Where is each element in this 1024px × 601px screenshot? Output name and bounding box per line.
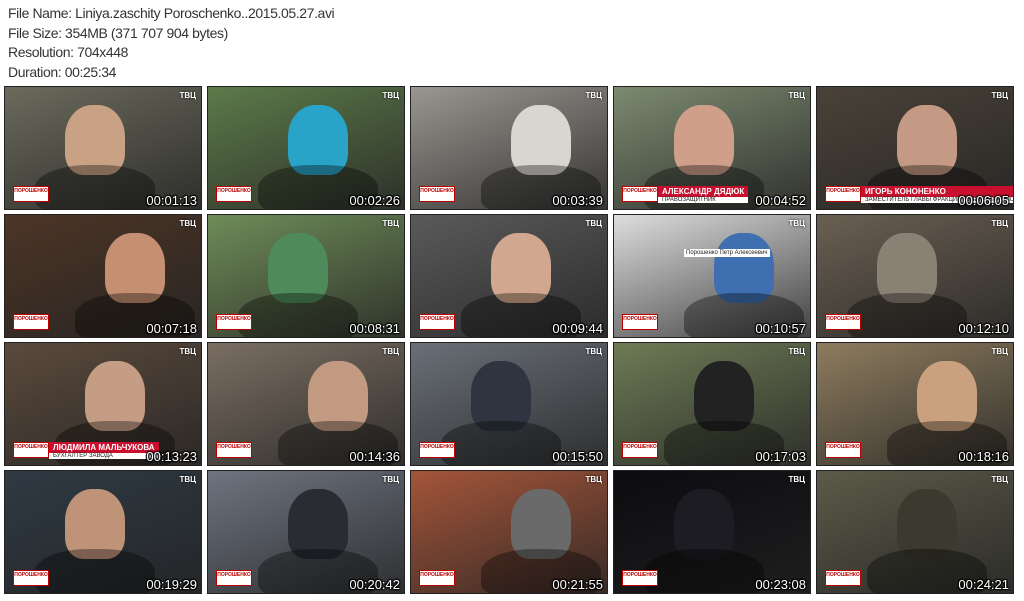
program-logo: ПОРОШЕНКО — [825, 570, 861, 586]
channel-mark: ТВЦ — [991, 219, 1008, 228]
channel-mark: ТВЦ — [788, 219, 805, 228]
channel-mark: ТВЦ — [991, 91, 1008, 100]
video-thumbnail: ТВЦ ПОРОШЕНКО 00:14:36 — [207, 342, 405, 466]
timestamp: 00:12:10 — [958, 321, 1009, 336]
program-logo: ПОРОШЕНКО — [419, 186, 455, 202]
program-logo: ПОРОШЕНКО — [622, 442, 658, 458]
timestamp: 00:06:05 — [958, 193, 1009, 208]
name-caption: АЛЕКСАНДР ДЯДЮК ПРАВОЗАЩИТНИК — [658, 186, 749, 203]
program-logo: ПОРОШЕНКО — [825, 186, 861, 202]
video-thumbnail: ТВЦ ПОРОШЕНКО 00:18:16 — [816, 342, 1014, 466]
channel-mark: ТВЦ — [382, 347, 399, 356]
file-name: File Name: Liniya.zaschity Poroschenko..… — [8, 5, 335, 21]
timestamp: 00:23:08 — [755, 577, 806, 592]
program-logo: ПОРОШЕНКО — [622, 186, 658, 202]
thumbnail-grid: ТВЦ ПОРОШЕНКО 00:01:13 ТВЦ ПОРОШЕНКО 00:02:26… — [4, 86, 1014, 594]
program-logo: ПОРОШЕНКО — [13, 570, 49, 586]
name-caption-subtitle: ПРАВОЗАЩИТНИК — [658, 197, 749, 203]
video-thumbnail: ТВЦ ПОРОШЕНКО 00:24:21 — [816, 470, 1014, 594]
scene-body — [238, 293, 358, 337]
channel-mark: ТВЦ — [991, 475, 1008, 484]
channel-mark: ТВЦ — [179, 475, 196, 484]
name-caption: ЛЮДМИЛА МАЛЬЧУКОВА БУХГАЛТЕР ЗАВОДА — [49, 442, 159, 459]
timestamp: 00:03:39 — [552, 193, 603, 208]
timestamp: 00:09:44 — [552, 321, 603, 336]
video-thumbnail: ТВЦ ПОРОШЕНКО 00:02:26 — [207, 86, 405, 210]
channel-mark: ТВЦ — [991, 347, 1008, 356]
channel-mark: ТВЦ — [179, 347, 196, 356]
program-logo: ПОРОШЕНКО — [216, 186, 252, 202]
video-thumbnail: ТВЦ ПОРОШЕНКО 00:08:31 — [207, 214, 405, 338]
video-thumbnail: ТВЦ ПОРОШЕНКО 00:21:55 — [410, 470, 608, 594]
timestamp: 00:21:55 — [552, 577, 603, 592]
program-logo: ПОРОШЕНКО — [216, 570, 252, 586]
timestamp: 00:07:18 — [146, 321, 197, 336]
channel-mark: ТВЦ — [788, 475, 805, 484]
video-thumbnail: ТВЦ ПОРОШЕНКО 00:15:50 — [410, 342, 608, 466]
timestamp: 00:10:57 — [755, 321, 806, 336]
channel-mark: ТВЦ — [788, 347, 805, 356]
timestamp: 00:08:31 — [349, 321, 400, 336]
channel-mark: ТВЦ — [585, 347, 602, 356]
program-logo: ПОРОШЕНКО — [13, 314, 49, 330]
channel-mark: ТВЦ — [382, 475, 399, 484]
video-thumbnail: ТВЦ ПОРОШЕНКО 00:03:39 — [410, 86, 608, 210]
channel-mark: ТВЦ — [585, 91, 602, 100]
channel-mark: ТВЦ — [382, 91, 399, 100]
video-thumbnail: ТВЦ ПОРОШЕНКО 00:01:13 — [4, 86, 202, 210]
timestamp: 00:17:03 — [755, 449, 806, 464]
program-logo: ПОРОШЕНКО — [216, 314, 252, 330]
video-thumbnail: ТВЦ ПОРОШЕНКО 00:17:03 — [613, 342, 811, 466]
file-size: File Size: 354MB (371 707 904 bytes) — [8, 24, 228, 41]
timestamp: 00:04:52 — [755, 193, 806, 208]
name-caption-subtitle: БУХГАЛТЕР ЗАВОДА — [49, 453, 159, 459]
program-logo: ПОРОШЕНКО — [13, 186, 49, 202]
video-thumbnail: ТВЦ ПОРОШЕНКО 00:09:44 — [410, 214, 608, 338]
channel-mark: ТВЦ — [179, 91, 196, 100]
channel-mark: ТВЦ — [585, 475, 602, 484]
program-logo: ПОРОШЕНКО — [419, 570, 455, 586]
channel-mark: ТВЦ — [382, 219, 399, 228]
channel-mark: ТВЦ — [179, 219, 196, 228]
timestamp: 00:01:13 — [146, 193, 197, 208]
scene-body — [35, 165, 155, 209]
scene-body — [644, 549, 764, 593]
video-thumbnail: ТВЦ ПОРОШЕНКО 00:23:08 — [613, 470, 811, 594]
program-logo: ПОРОШЕНКО — [825, 442, 861, 458]
channel-mark: ТВЦ — [788, 91, 805, 100]
program-logo: ПОРОШЕНКО — [419, 442, 455, 458]
scene-body — [441, 421, 561, 465]
video-thumbnail: ТВЦ ПОРОШЕНКО 00:07:18 — [4, 214, 202, 338]
video-thumbnail: ТВЦ ПОРОШЕНКО АЛЕКСАНДР ДЯДЮК ПРАВОЗАЩИТНИК… — [613, 86, 811, 210]
program-logo: ПОРОШЕНКО — [13, 442, 49, 458]
timestamp: 00:14:36 — [349, 449, 400, 464]
video-thumbnail: ТВЦ ПОРОШЕНКО 00:19:29 — [4, 470, 202, 594]
program-logo: ПОРОШЕНКО — [216, 442, 252, 458]
program-logo: ПОРОШЕНКО — [419, 314, 455, 330]
video-thumbnail: ТВЦ ПОРОШЕНКО 00:12:10 — [816, 214, 1014, 338]
resolution: Resolution: 704x448 — [8, 44, 129, 60]
scene-body — [35, 549, 155, 593]
timestamp: 00:02:26 — [349, 193, 400, 208]
web-page-title: Порошенко Петр Алексеевич — [684, 249, 770, 257]
timestamp: 00:20:42 — [349, 577, 400, 592]
timestamp: 00:19:29 — [146, 577, 197, 592]
timestamp: 00:15:50 — [552, 449, 603, 464]
scene-body — [847, 293, 967, 337]
video-thumbnail: ТВЦ ПОРОШЕНКО 00:20:42 — [207, 470, 405, 594]
program-logo: ПОРОШЕНКО — [825, 314, 861, 330]
duration: Duration: 00:25:34 — [8, 63, 116, 80]
video-thumbnail: ТВЦ ПОРОШЕНКО ИГОРЬ КОНОНЕНКО ЗАМЕСТИТЕЛЬ Г… — [816, 86, 1014, 210]
file-info: File Name: Liniya.zaschity Poroschenko..… — [8, 4, 335, 82]
video-thumbnail: Порошенко Петр Алексеевич ТВЦ ПОРОШЕНКО 00:… — [613, 214, 811, 338]
timestamp: 00:24:21 — [958, 577, 1009, 592]
timestamp: 00:18:16 — [958, 449, 1009, 464]
program-logo: ПОРОШЕНКО — [622, 570, 658, 586]
video-thumbnail: ТВЦ ПОРОШЕНКО ЛЮДМИЛА МАЛЬЧУКОВА БУХГАЛТЕР … — [4, 342, 202, 466]
channel-mark: ТВЦ — [585, 219, 602, 228]
timestamp: 00:13:23 — [146, 449, 197, 464]
program-logo: ПОРОШЕНКО — [622, 314, 658, 330]
